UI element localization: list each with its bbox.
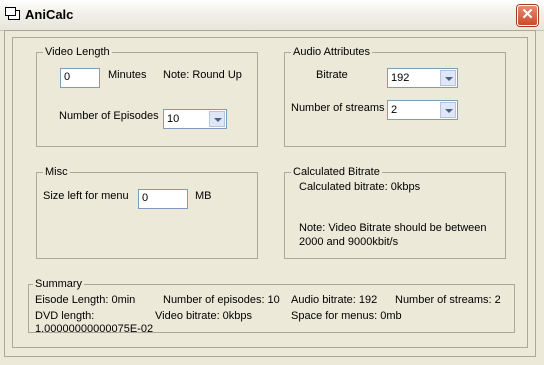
- minutes-label: Minutes: [108, 69, 147, 81]
- streams-count-summary: Number of streams: 2: [395, 294, 501, 306]
- round-up-note: Note: Round Up: [163, 69, 242, 81]
- window-icon: [5, 7, 20, 20]
- menu-size-input[interactable]: 0: [138, 189, 188, 209]
- chevron-down-icon[interactable]: [209, 111, 225, 127]
- bitrate-note-line1: Note: Video Bitrate should be between: [299, 222, 487, 234]
- summary-group: Summary Eisode Length: 0min Number of ep…: [28, 278, 515, 333]
- misc-group: Misc: [36, 166, 258, 259]
- episodes-select[interactable]: 10: [163, 109, 227, 129]
- dvd-length-value: 1.00000000000075E-02: [35, 323, 154, 332]
- video-length-title: Video Length: [43, 46, 112, 59]
- streams-value: 2: [391, 104, 398, 116]
- episodes-label: Number of Episodes: [59, 110, 159, 122]
- streams-label: Number of streams: [291, 102, 385, 114]
- menu-size-value: 0: [142, 192, 149, 204]
- chevron-down-icon[interactable]: [440, 70, 456, 86]
- misc-title: Misc: [43, 166, 70, 179]
- bitrate-value: 192: [391, 72, 410, 84]
- bitrate-select[interactable]: 192: [387, 68, 458, 88]
- calculated-bitrate-value: Calculated bitrate: 0kbps: [299, 181, 421, 193]
- menu-space-summary: Space for menus: 0mb: [291, 310, 402, 322]
- mb-unit-label: MB: [195, 190, 212, 202]
- menu-size-label: Size left for menu: [43, 190, 129, 202]
- close-button[interactable]: ✕: [517, 5, 538, 26]
- close-icon: ✕: [521, 6, 534, 23]
- calculated-bitrate-title: Calculated Bitrate: [291, 166, 382, 179]
- streams-select[interactable]: 2: [387, 100, 458, 120]
- video-bitrate-summary: Video bitrate: 0kbps: [155, 310, 253, 322]
- audio-bitrate-summary: Audio bitrate: 192: [291, 294, 378, 306]
- title-bar[interactable]: AniCalc ✕: [0, 0, 544, 31]
- episodes-value: 10: [167, 113, 180, 125]
- audio-attributes-title: Audio Attributes: [291, 46, 373, 59]
- bitrate-note-line2: 2000 and 9000kbit/s: [299, 236, 399, 248]
- episodes-count-summary: Number of episodes: 10: [163, 294, 280, 306]
- minutes-value: 0: [64, 71, 71, 83]
- window-title: AniCalc: [25, 7, 74, 22]
- episode-length-summary: Eisode Length: 0min: [35, 294, 136, 306]
- bitrate-label: Bitrate: [316, 69, 348, 81]
- video-length-group: Video Length: [36, 46, 258, 147]
- chevron-down-icon[interactable]: [440, 102, 456, 118]
- minutes-input[interactable]: 0: [60, 68, 100, 88]
- summary-content: Eisode Length: 0min Number of episodes: …: [29, 285, 514, 332]
- dvd-length-summary: DVD length:: [35, 310, 95, 322]
